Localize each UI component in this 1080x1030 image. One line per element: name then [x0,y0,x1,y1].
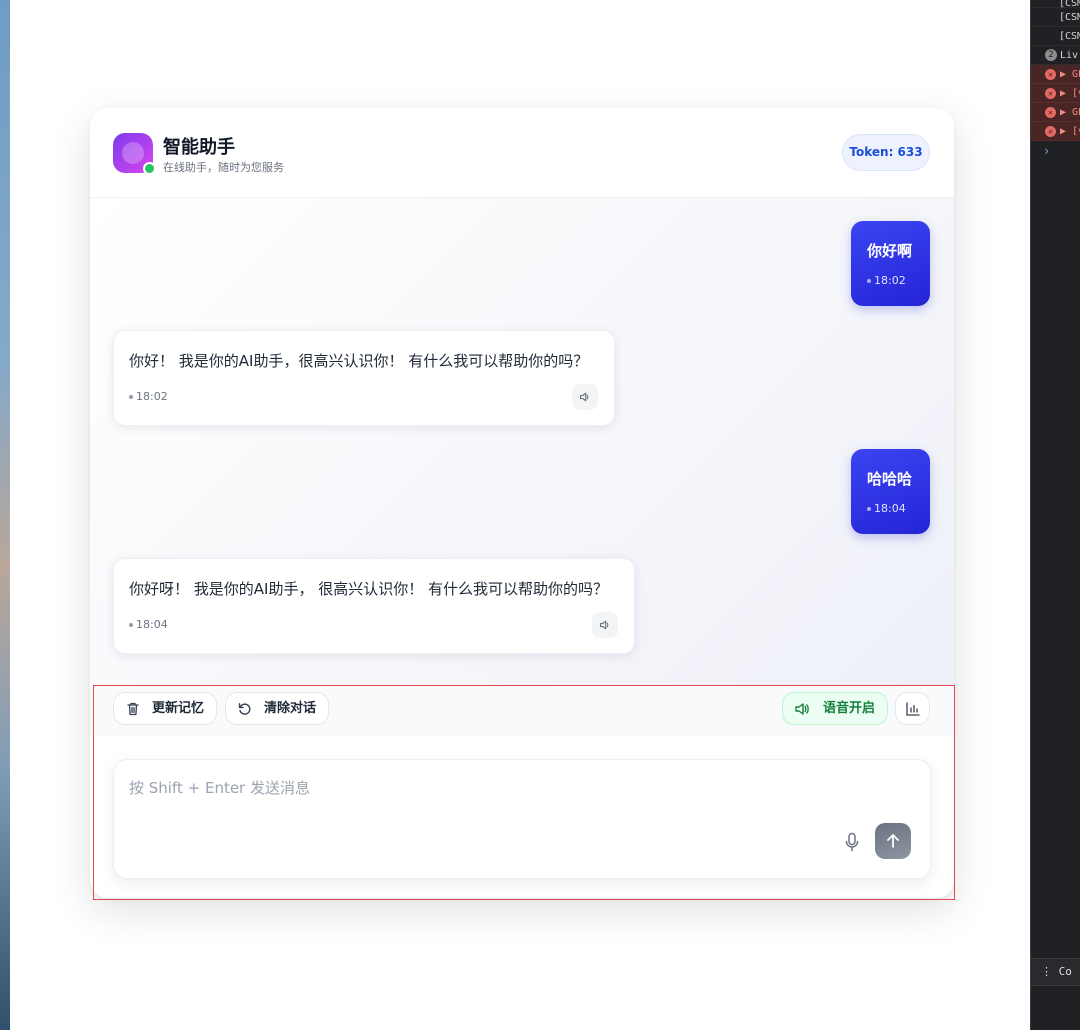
microphone-icon [845,832,859,852]
console-prompt[interactable]: › [1031,141,1080,161]
console-error-line[interactable]: ✕ ▶ [v [1031,84,1080,103]
time-dot-icon [129,623,133,627]
page-subtitle: 在线助手，随时为您服务 [163,161,284,174]
arrow-up-icon [887,834,899,848]
console-drawer-label: Co [1058,965,1072,978]
update-memory-button[interactable]: 更新记忆 [113,692,217,725]
console-error-text: ▶ [v [1060,88,1080,99]
clear-chat-button[interactable]: 清除对话 [225,692,329,725]
play-audio-button[interactable] [592,612,618,638]
message-time-value: 18:04 [136,618,168,631]
assistant-message: 你好呀！ 我是你的AI助手， 很高兴认识你！ 有什么我可以帮助你的吗？ 18:0… [113,558,635,654]
bar-chart-icon [906,702,920,716]
console-log-line: [CSM [1031,27,1080,46]
user-message: 你好啊 18:02 [851,221,930,306]
play-audio-button[interactable] [572,384,598,410]
message-input[interactable] [129,777,909,827]
devtools-console: [CSM [CSM [CSM 2Liv ✕ ▶ GE ✕ ▶ [v ✕ ▶ GE ✕ ▶… [1030,0,1080,1030]
message-text: 你好！ 我是你的AI助手，很高兴认识你！ 有什么我可以帮助你的吗？ [129,352,589,370]
message-time-value: 18:04 [874,502,906,515]
time-dot-icon [129,395,133,399]
speaker-icon [579,392,589,402]
user-message: 哈哈哈 18:04 [851,449,930,534]
console-group-line[interactable]: 2 Liv [1031,46,1080,65]
chat-toolbar: 更新记忆 清除对话 语音开启 [90,685,954,736]
chat-window: 智能助手 在线助手，随时为您服务 Token: 633 你好啊 18:02 你好… [90,108,954,898]
message-list[interactable]: 你好啊 18:02 你好！ 我是你的AI助手，很高兴认识你！ 有什么我可以帮助你… [90,198,954,685]
console-error-line[interactable]: ✕ ▶ GE [1031,103,1080,122]
microphone-button[interactable] [840,830,864,854]
time-dot-icon [867,279,871,283]
token-count-badge: Token: 633 [842,134,930,171]
error-icon: ✕ [1045,106,1056,118]
console-log-line: [CSM [1031,8,1080,27]
chat-header: 智能助手 在线助手，随时为您服务 Token: 633 [90,108,954,198]
online-status-dot [143,162,156,175]
message-time: 18:02 [867,274,906,287]
message-text: 你好呀！ 我是你的AI助手， 很高兴认识你！ 有什么我可以帮助你的吗？ [129,580,608,598]
stats-button[interactable] [895,692,930,725]
clear-chat-label: 清除对话 [264,701,317,716]
console-error-line[interactable]: ✕ ▶ GE [1031,65,1080,84]
console-drawer-tab[interactable]: ⋮ Co [1031,958,1080,986]
console-log-line: [CSM [1031,0,1080,9]
voice-toggle-button[interactable]: 语音开启 [782,692,888,725]
avatar-glyph [122,142,144,164]
send-button[interactable] [875,823,911,859]
message-time: 18:02 [129,390,168,403]
trash-icon [127,702,139,716]
reset-icon [238,703,251,715]
update-memory-label: 更新记忆 [152,701,205,716]
voice-toggle-label: 语音开启 [823,701,876,716]
count-badge: 2 [1045,49,1057,61]
assistant-message: 你好！ 我是你的AI助手，很高兴认识你！ 有什么我可以帮助你的吗？ 18:02 [113,330,615,426]
console-group-text: Liv [1060,50,1079,61]
message-text: 哈哈哈 [867,470,913,488]
console-error-line[interactable]: ✕ ▶ [v [1031,122,1080,141]
message-time: 18:04 [867,502,906,515]
speaker-icon [795,703,809,715]
message-time: 18:04 [129,618,168,631]
assistant-avatar [113,133,156,175]
error-icon: ✕ [1045,87,1056,99]
console-error-text: ▶ GE [1060,69,1080,80]
page-title: 智能助手 [163,137,235,158]
message-text: 你好啊 [867,242,913,260]
console-error-text: ▶ [v [1060,126,1080,137]
error-icon: ✕ [1045,125,1056,137]
message-time-value: 18:02 [874,274,906,287]
composer-area [90,736,954,898]
speaker-icon [599,620,609,630]
composer [113,759,931,879]
error-icon: ✕ [1045,68,1056,80]
message-time-value: 18:02 [136,390,168,403]
desktop-background [0,0,10,1030]
console-error-text: ▶ GE [1060,107,1080,118]
time-dot-icon [867,507,871,511]
